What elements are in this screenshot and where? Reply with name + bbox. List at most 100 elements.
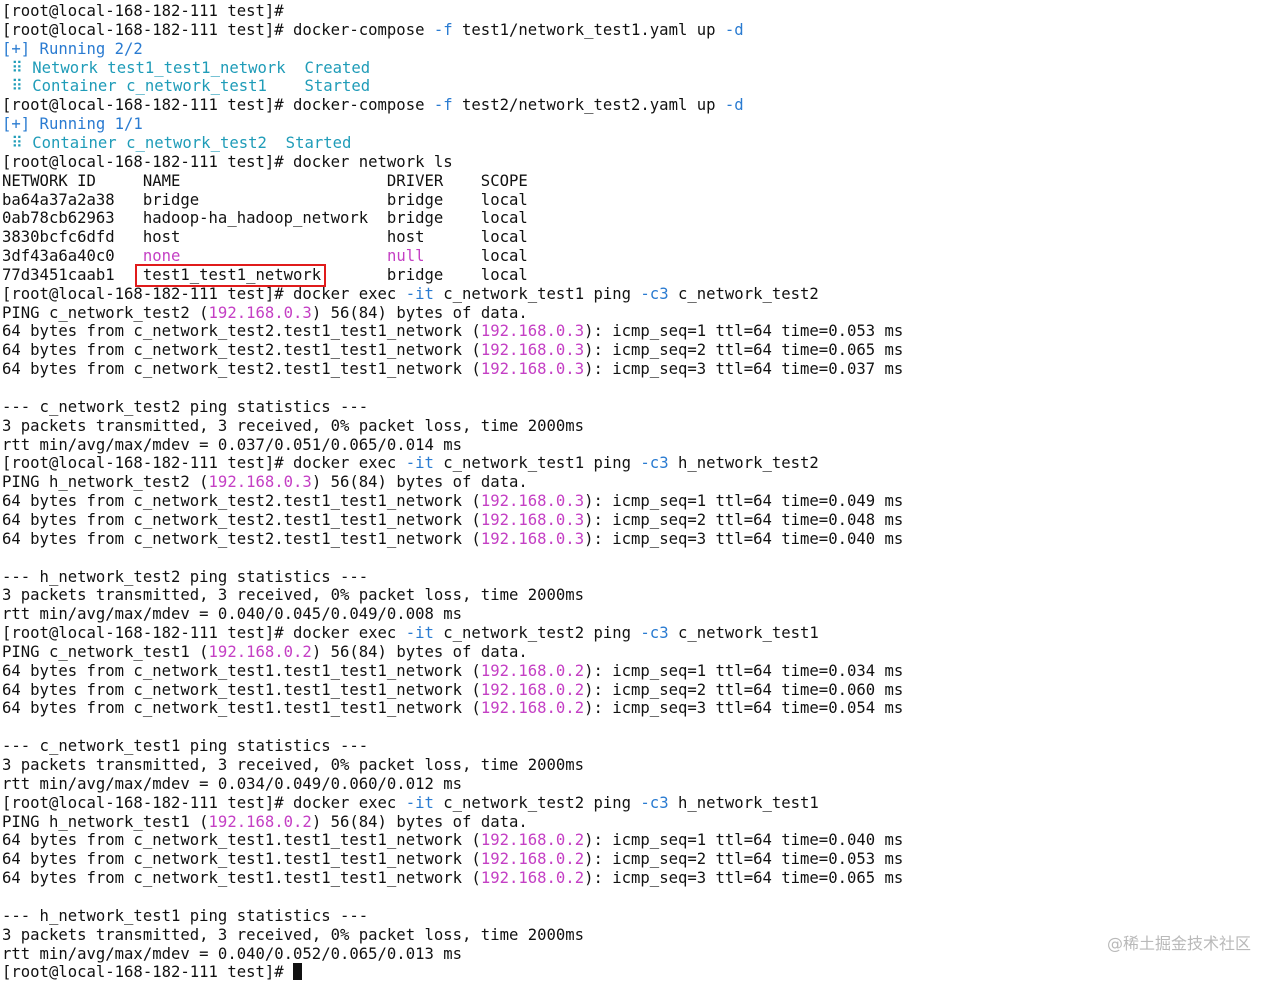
terminal-text-cmd: h_network_test2 (668, 454, 819, 473)
terminal-text-ip: 192.168.0.2 (480, 869, 585, 888)
terminal-text-cmd: [root@local-168-182-111 test]# docker ex… (2, 793, 406, 812)
terminal-text-ip: 192.168.0.2 (208, 642, 312, 661)
terminal-line: --- c_network_test1 ping statistics --- (2, 737, 368, 756)
terminal-text-cyan: ⠿ Container c_network_test2 Started (2, 133, 352, 152)
terminal-line: 3830bcfc6dfd host host local (2, 228, 528, 247)
terminal-text-text: 64 bytes from c_network_test1.test1_test… (2, 699, 481, 718)
watermark: @稀土掘金技术社区 (1106, 934, 1251, 953)
terminal-line: PING c_network_test1 (192.168.0.2) 56(84… (2, 643, 528, 662)
terminal-text-flag: -d (724, 96, 744, 115)
terminal-line: 64 bytes from c_network_test2.test1_test… (2, 360, 903, 379)
terminal-text-magenta: null (386, 247, 425, 266)
terminal-text-flag: -c3 (640, 624, 669, 643)
terminal-text-text: 64 bytes from c_network_test2.test1_test… (2, 341, 481, 360)
terminal-text-text: --- h_network_test1 ping statistics --- (2, 906, 369, 925)
terminal-text-cmd: [root@local-168-182-111 test]# docker-co… (2, 20, 434, 39)
terminal-text-text: 64 bytes from c_network_test1.test1_test… (2, 661, 481, 680)
terminal-line: 3df43a6a40c0 none null local (2, 247, 528, 266)
cursor (293, 963, 303, 981)
terminal-line: [root@local-168-182-111 test]# docker ex… (2, 624, 819, 643)
terminal-text-text: ): icmp_seq=1 ttl=64 time=0.053 ms (584, 322, 904, 341)
terminal-text-text: ): icmp_seq=3 ttl=64 time=0.040 ms (584, 529, 904, 548)
terminal-text-ip: 192.168.0.3 (480, 529, 585, 548)
terminal-text-text: 3df43a6a40c0 (2, 247, 143, 266)
terminal-text-text: ): icmp_seq=3 ttl=64 time=0.037 ms (584, 360, 904, 379)
terminal-text-ip: 192.168.0.2 (480, 831, 585, 850)
terminal-text-magenta: none (142, 247, 181, 266)
terminal-text-text: 3830bcfc6dfd host host local (2, 228, 528, 247)
terminal-text-text: --- c_network_test2 ping statistics --- (2, 397, 369, 416)
terminal-text-text: rtt min/avg/max/mdev = 0.040/0.045/0.049… (2, 605, 463, 624)
terminal-text-text: ): icmp_seq=2 ttl=64 time=0.060 ms (584, 680, 904, 699)
terminal-line: 3 packets transmitted, 3 received, 0% pa… (2, 926, 584, 945)
terminal-text-text: ): icmp_seq=2 ttl=64 time=0.048 ms (584, 510, 904, 529)
terminal-text-text: 3 packets transmitted, 3 received, 0% pa… (2, 756, 585, 774)
terminal-text-text: 77d3451caab1 test1_test1_network bridge … (2, 265, 528, 284)
terminal-line: rtt min/avg/max/mdev = 0.037/0.051/0.065… (2, 436, 462, 455)
terminal-line: [root@local-168-182-111 test]# docker ex… (2, 454, 819, 473)
terminal-line: 3 packets transmitted, 3 received, 0% pa… (2, 586, 584, 605)
terminal-text-text: 3 packets transmitted, 3 received, 0% pa… (2, 586, 585, 605)
terminal-text-text: ) 56(84) bytes of data. (311, 473, 528, 492)
terminal-line: [root@local-168-182-111 test]# docker-co… (2, 96, 744, 115)
terminal-text-flag: -it (405, 284, 434, 303)
terminal-text-flag: -c3 (640, 793, 669, 812)
terminal-text-cmd: c_network_test2 ping (433, 793, 641, 812)
terminal-text-text: --- c_network_test1 ping statistics --- (2, 737, 369, 756)
terminal-text-text: ) 56(84) bytes of data. (311, 303, 528, 322)
terminal-line: ⠿ Container c_network_test1 Started (2, 77, 370, 96)
terminal-text-text: PING h_network_test2 ( (2, 473, 209, 492)
terminal-text-ip: 192.168.0.2 (480, 661, 585, 680)
terminal-text-text: ): icmp_seq=2 ttl=64 time=0.065 ms (584, 341, 904, 360)
terminal-line: [root@local-168-182-111 test]# docker ex… (2, 285, 819, 304)
terminal-line: 64 bytes from c_network_test1.test1_test… (2, 699, 903, 718)
terminal-line: 64 bytes from c_network_test1.test1_test… (2, 850, 903, 869)
terminal-line: 64 bytes from c_network_test2.test1_test… (2, 511, 903, 530)
terminal-text-text: 64 bytes from c_network_test2.test1_test… (2, 322, 481, 341)
terminal-text-ip: 192.168.0.3 (208, 303, 312, 322)
terminal-text-text: 64 bytes from c_network_test1.test1_test… (2, 850, 481, 869)
terminal-line: NETWORK ID NAME DRIVER SCOPE (2, 172, 528, 191)
terminal-text-cmd: c_network_test2 (668, 284, 819, 303)
terminal-line: 64 bytes from c_network_test1.test1_test… (2, 869, 903, 888)
terminal-text-text: 64 bytes from c_network_test2.test1_test… (2, 492, 481, 511)
terminal-text-cmd: c_network_test1 (668, 624, 819, 643)
terminal-text-text: rtt min/avg/max/mdev = 0.034/0.049/0.060… (2, 774, 463, 793)
terminal-text-cyan: ⠿ Network test1_test1_network Created (2, 58, 371, 77)
terminal-text-cmd: test1/network_test1.yaml up (452, 20, 725, 39)
terminal-line: rtt min/avg/max/mdev = 0.040/0.052/0.065… (2, 945, 462, 964)
terminal-text-cmd: c_network_test2 ping (433, 624, 641, 643)
terminal-text-text: ): icmp_seq=1 ttl=64 time=0.034 ms (584, 661, 904, 680)
terminal-text-ip: 192.168.0.3 (480, 360, 585, 379)
terminal-line: [root@local-168-182-111 test]# docker-co… (2, 21, 744, 40)
terminal-text-text: NETWORK ID NAME DRIVER SCOPE (2, 171, 528, 190)
terminal-line: rtt min/avg/max/mdev = 0.040/0.045/0.049… (2, 605, 462, 624)
terminal-text-text: ): icmp_seq=3 ttl=64 time=0.054 ms (584, 699, 904, 718)
terminal-text-flag: -c3 (640, 454, 669, 473)
terminal-text-ip: 192.168.0.3 (480, 510, 585, 529)
terminal-text-text: rtt min/avg/max/mdev = 0.040/0.052/0.065… (2, 944, 463, 963)
terminal-text-cmd: [root@local-168-182-111 test]# docker-co… (2, 96, 434, 115)
terminal-text-cyan: ⠿ Container c_network_test1 Started (2, 77, 371, 96)
terminal-text-ip: 192.168.0.3 (208, 473, 312, 492)
terminal-text-text: 3 packets transmitted, 3 received, 0% pa… (2, 416, 585, 435)
terminal-window[interactable]: [root@local-168-182-111 test]# [root@loca… (0, 0, 1279, 982)
terminal-line: ba64a37a2a38 bridge bridge local (2, 191, 528, 210)
terminal-text-cmd: c_network_test1 ping (433, 454, 641, 473)
terminal-line: [root@local-168-182-111 test]# (2, 963, 303, 982)
terminal-line: ⠿ Container c_network_test2 Started (2, 134, 351, 153)
terminal-line: 64 bytes from c_network_test2.test1_test… (2, 322, 903, 341)
terminal-line: --- h_network_test1 ping statistics --- (2, 907, 368, 926)
terminal-text-cmd: [root@local-168-182-111 test]# docker ex… (2, 454, 406, 473)
terminal-text-text: 64 bytes from c_network_test1.test1_test… (2, 869, 481, 888)
terminal-text-blue: [+] Running 2/2 (2, 39, 143, 58)
terminal-text-text: --- h_network_test2 ping statistics --- (2, 567, 369, 586)
terminal-text-flag: -it (405, 454, 434, 473)
terminal-line: [root@local-168-182-111 test]# docker ne… (2, 153, 453, 172)
terminal-text-blue: [+] Running 1/1 (2, 115, 143, 134)
terminal-line: 0ab78cb62963 hadoop-ha_hadoop_network br… (2, 209, 528, 228)
terminal-text-flag: -it (405, 624, 434, 643)
terminal-text-text: ): icmp_seq=1 ttl=64 time=0.040 ms (584, 831, 904, 850)
terminal-line: --- c_network_test2 ping statistics --- (2, 398, 368, 417)
terminal-text-cmd: [root@local-168-182-111 test]# (2, 2, 284, 20)
